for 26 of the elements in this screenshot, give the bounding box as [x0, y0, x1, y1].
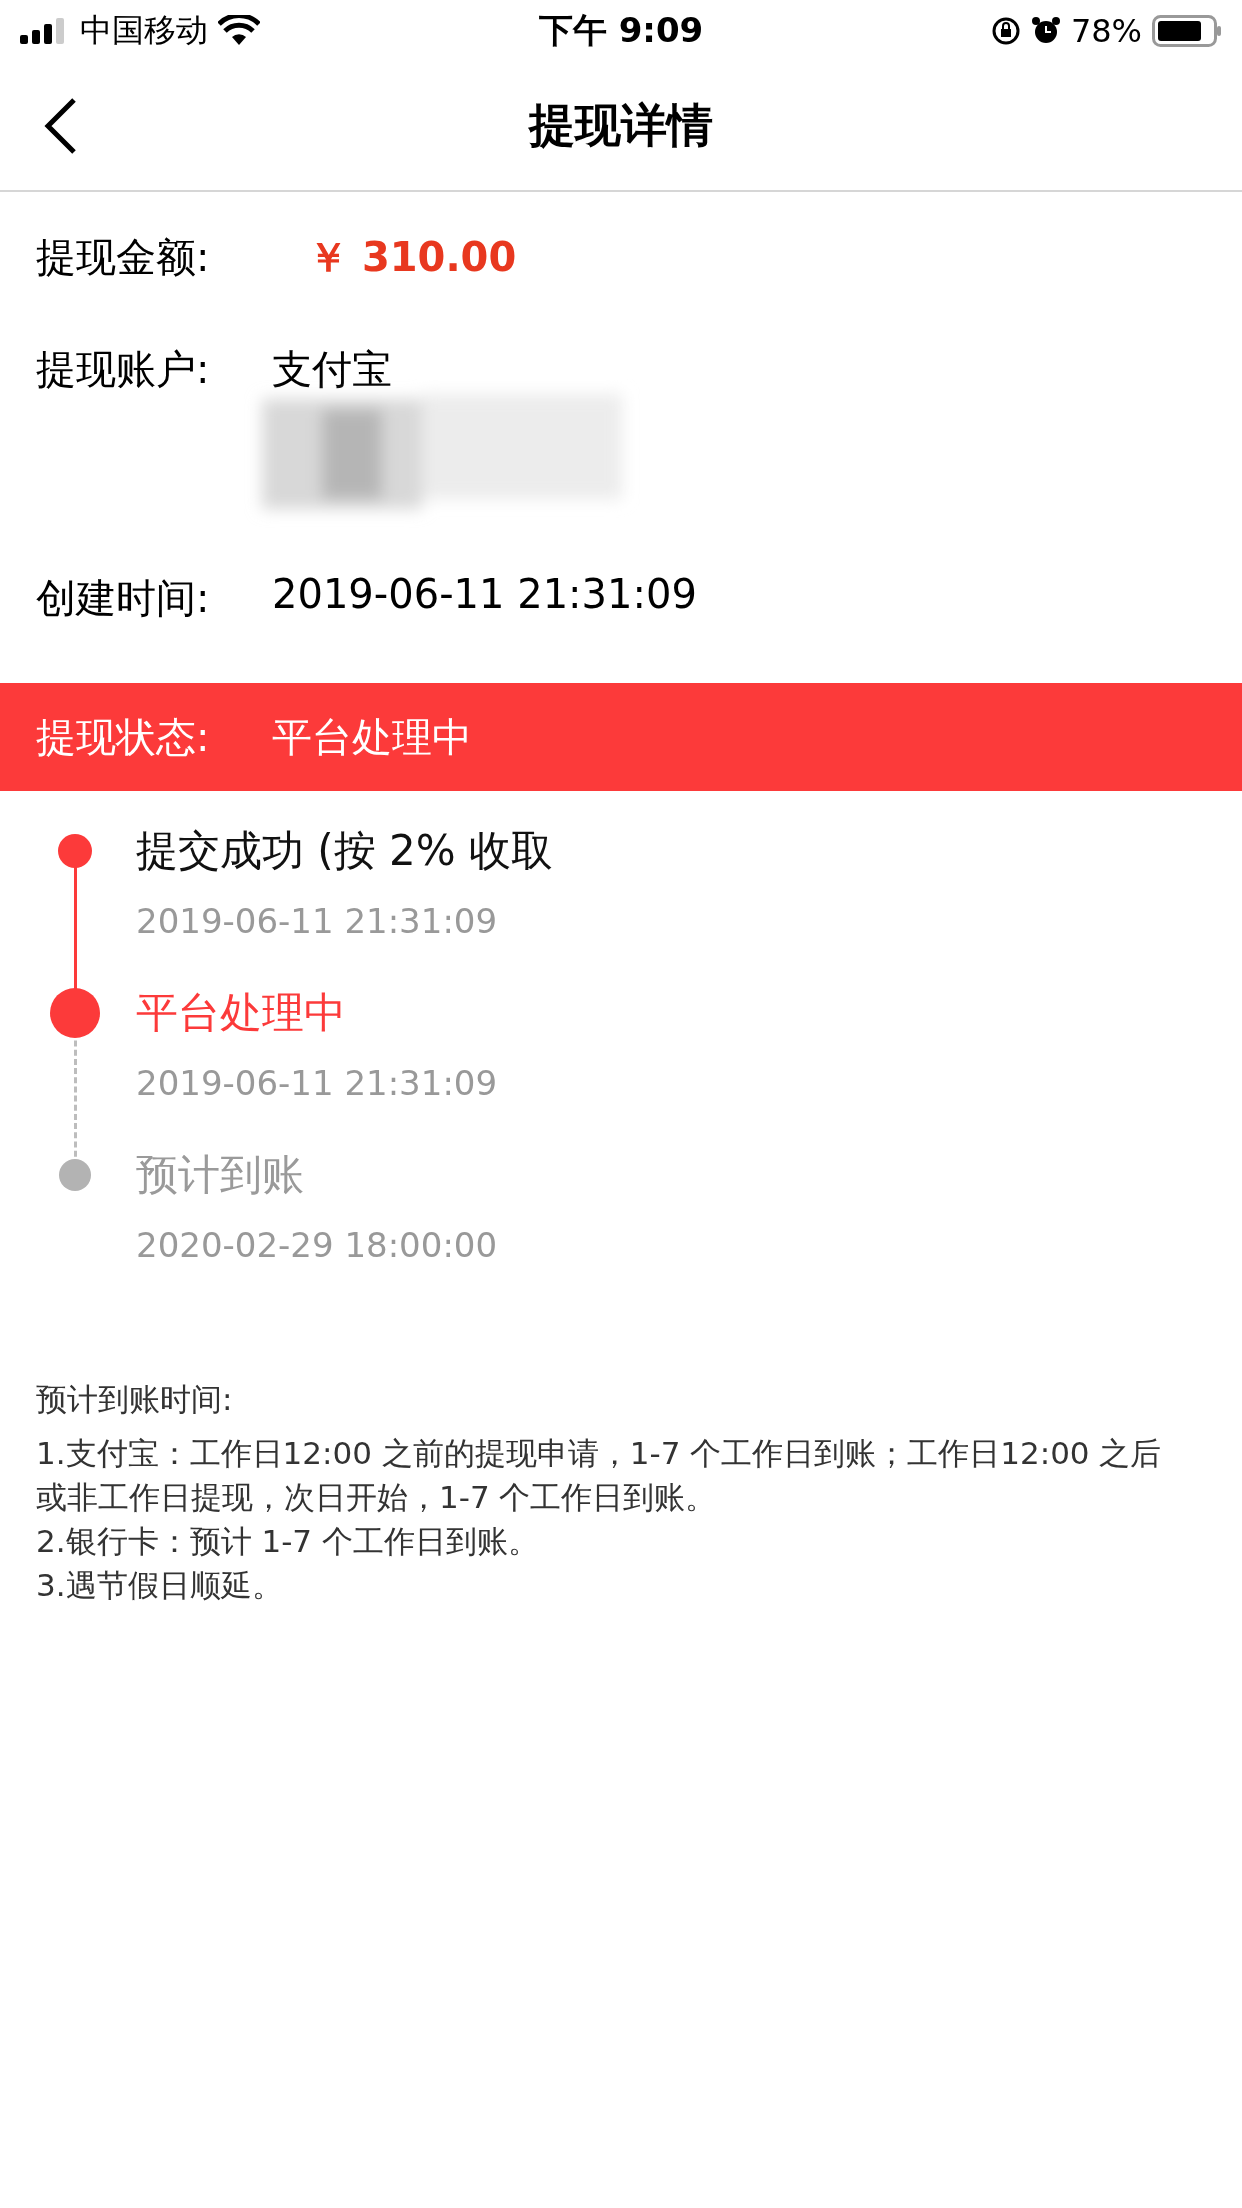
note-text: 1.支付宝：工作日12:00 之前的提现申请，1-7 个工作日到账；工作日12:00 之后或非工作日提现，次日开始，1-7 个工作日到账。 [36, 1434, 1162, 1517]
rotation-lock-icon [990, 16, 1021, 46]
clock-time: 下午 9:09 [538, 9, 704, 52]
created-time-value: 2019-06-11 21:31:09 [272, 571, 697, 617]
field-label: 提现金额: [36, 233, 211, 282]
step-time: 2019-06-11 21:31:09 [136, 1063, 498, 1103]
wifi-icon [218, 15, 260, 47]
account-value: 支付宝 [272, 345, 393, 394]
step-title: 平台处理中 [136, 987, 347, 1039]
page-title: 提现详情 [529, 97, 713, 154]
notes-title: 预计到账时间: [36, 1380, 234, 1419]
status-value: 平台处理中 [272, 712, 472, 762]
field-label: 创建时间: [36, 574, 211, 623]
step-time: 2019-06-11 21:31:09 [136, 901, 499, 941]
field-label: 提现账户: [36, 345, 211, 394]
battery-percent: 78% [1070, 12, 1142, 50]
step-time: 2020-02-29 18:00:00 [136, 1225, 498, 1265]
note-text: 3.遇节假日顺延。 [36, 1566, 284, 1605]
note-text: 2.银行卡：预计 1-7 个工作日到账。 [36, 1522, 540, 1561]
amount-value: ￥ 310.00 [308, 233, 517, 282]
battery-icon [1152, 15, 1222, 47]
step-title: 提交成功 (按 2% 收取 [136, 825, 554, 877]
alarm-icon [1030, 16, 1061, 46]
carrier-name: 中国移动 [80, 10, 208, 51]
step-title: 预计到账 [136, 1149, 305, 1201]
status-label: 提现状态: [36, 712, 211, 762]
